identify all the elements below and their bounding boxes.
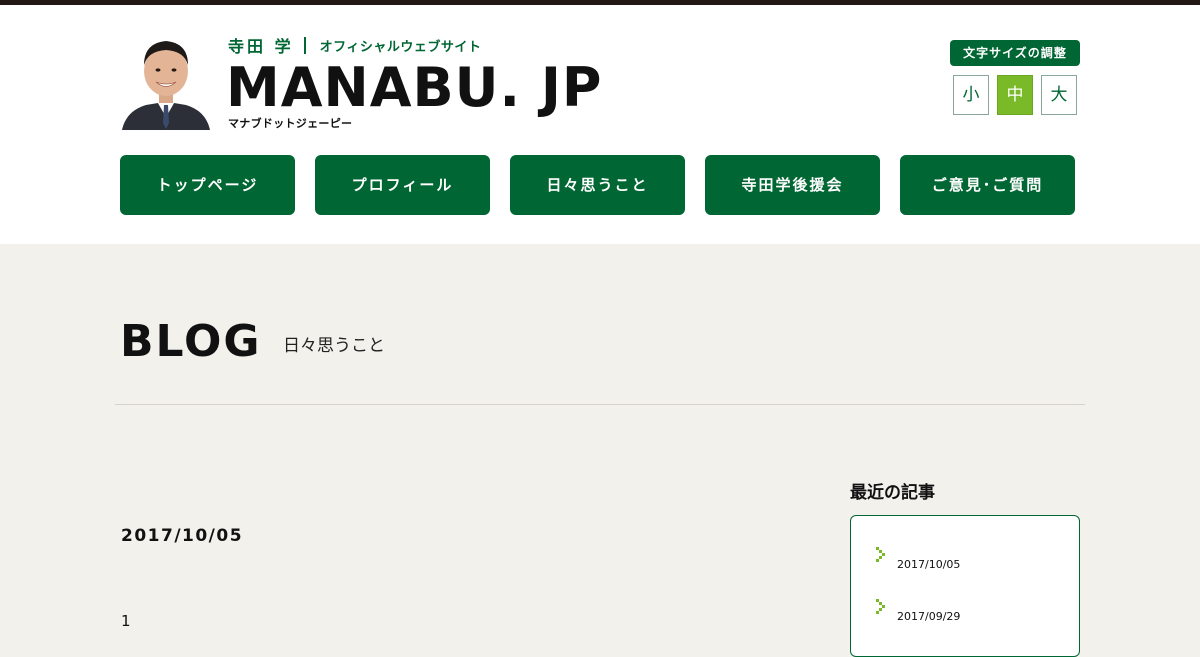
site-header: 寺田 学 オフィシャルウェブサイト MANABU. JP マナブドットジェーピー… (0, 5, 1200, 244)
font-size-large-button[interactable]: 大 (1041, 75, 1077, 115)
nav-daily-thoughts[interactable]: 日々思うこと (510, 155, 685, 215)
nav-profile[interactable]: プロフィール (315, 155, 490, 215)
politician-name: 寺田 学 (228, 37, 294, 56)
post-date: 2017/10/05 (121, 526, 244, 546)
site-subtitle: オフィシャルウェブサイト (319, 39, 482, 55)
font-size-medium-button[interactable]: 中 (997, 75, 1033, 115)
site-logo[interactable]: MANABU. JP (226, 57, 603, 119)
recent-post-date[interactable]: 2017/10/05 (897, 558, 960, 571)
chevron-right-icon (876, 599, 885, 614)
title-divider (115, 404, 1085, 405)
profile-photo (122, 33, 210, 130)
name-separator (303, 36, 306, 54)
font-size-label: 文字サイズの調整 (950, 40, 1080, 66)
recent-posts-box: 2017/10/05 2017/09/29 (850, 515, 1080, 657)
nav-support-association[interactable]: 寺田学後援会 (705, 155, 880, 215)
page-subtitle: 日々思うこと (283, 336, 385, 356)
recent-post-date[interactable]: 2017/09/29 (897, 610, 960, 623)
nav-top-page[interactable]: トップページ (120, 155, 295, 215)
site-logo-reading: マナブドットジェーピー (228, 117, 353, 130)
site-name-line: 寺田 学 オフィシャルウェブサイト (228, 33, 481, 57)
page-title: BLOG (120, 316, 262, 367)
chevron-right-icon (876, 547, 885, 562)
nav-contact[interactable]: ご意見･ご質問 (900, 155, 1075, 215)
recent-posts-heading: 最近の記事 (850, 483, 935, 503)
post-body: 1 (121, 612, 131, 630)
font-size-small-button[interactable]: 小 (953, 75, 989, 115)
